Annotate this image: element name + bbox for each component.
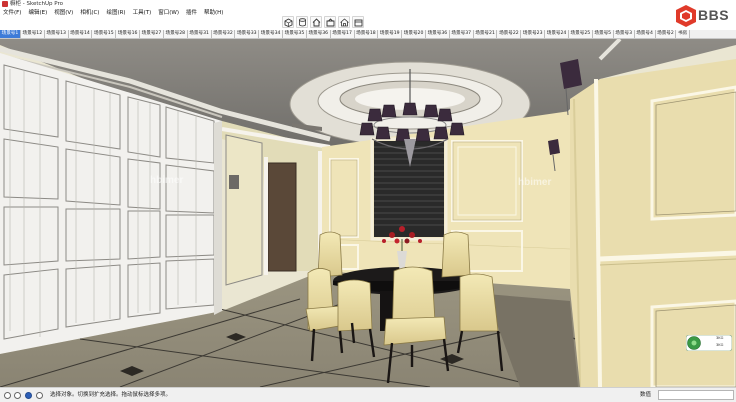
bbs-logo-text: BBS [698, 7, 730, 23]
menu-help[interactable]: 帮助(H) [201, 9, 227, 17]
scene-tab[interactable]: 场景号14 [68, 30, 93, 38]
scene-tab[interactable]: 场景号27 [140, 30, 164, 38]
3d-warehouse-icon [284, 18, 293, 27]
scene-tab[interactable]: 场景号13 [44, 30, 69, 38]
credits-icon[interactable] [14, 392, 21, 399]
3d-warehouse-button[interactable] [282, 16, 294, 28]
user-icon[interactable] [25, 392, 32, 399]
scene-tab[interactable]: 场景号25 [568, 30, 593, 38]
nav-widget-row-2: 3KG [716, 343, 724, 347]
scene-tab[interactable]: 场景号15 [92, 30, 117, 38]
toolbar [282, 16, 364, 29]
status-text: 选择对象。切换到扩充选择。拖动鼠标选择多项。 [50, 392, 172, 398]
scene-tab[interactable]: 场景号36 [306, 30, 331, 38]
components-button[interactable] [296, 16, 308, 28]
scene-tab[interactable]: 场景号24 [545, 30, 569, 38]
scene-tab[interactable]: 场景号18 [354, 30, 379, 38]
scene-tab[interactable]: 场景号35 [283, 30, 307, 38]
layout-button[interactable] [352, 16, 364, 28]
scene-tab[interactable]: 场景号23 [521, 30, 546, 38]
menu-draw[interactable]: 绘图(R) [103, 9, 129, 17]
home-icon [312, 18, 321, 27]
measurements-input[interactable] [658, 390, 734, 400]
scene-tab[interactable]: 场景号28 [163, 30, 188, 38]
sketchup-logo-icon [676, 5, 696, 27]
menu-camera[interactable]: 相机(C) [77, 9, 103, 17]
bbs-logo: BBS [672, 3, 734, 29]
scene-tab[interactable]: 场景号19 [378, 30, 403, 38]
scene-tab[interactable]: 场景号4 [634, 30, 656, 38]
menu-edit[interactable]: 编辑(E) [25, 9, 51, 17]
status-bar: 选择对象。切换到扩充选择。拖动鼠标选择多项。 数值 [0, 387, 736, 402]
menu-view[interactable]: 视图(V) [51, 9, 77, 17]
navigation-widget[interactable]: 3KG 3KG [686, 335, 732, 351]
scene-tab[interactable]: 场景号21 [473, 30, 498, 38]
scene-tab[interactable]: 书房 [676, 30, 690, 38]
dining-room-render [0, 39, 736, 387]
scene-tab[interactable]: 场景号32 [211, 30, 236, 38]
share-icon [326, 18, 335, 27]
watermark-right: hbimer [518, 177, 552, 188]
scene-tab[interactable]: 场景号31 [187, 30, 212, 38]
scene-tab[interactable]: 场景号36 [425, 30, 450, 38]
window-title: 橱柜 - SketchUp Pro [10, 1, 64, 7]
scene-tab[interactable]: 场景号37 [449, 30, 474, 38]
share-button[interactable] [324, 16, 336, 28]
menu-plugins[interactable]: 插件 [183, 9, 201, 17]
components-icon [299, 18, 306, 27]
scene-tab[interactable]: 场景号3 [613, 30, 635, 38]
scene-tab[interactable]: 场景号33 [235, 30, 260, 38]
house-icon [340, 18, 349, 27]
menu-tools[interactable]: 工具(T) [130, 9, 156, 17]
menu-window[interactable]: 窗口(W) [155, 9, 183, 17]
house-button[interactable] [338, 16, 350, 28]
home-button[interactable] [310, 16, 322, 28]
menu-file[interactable]: 文件(F) [0, 9, 25, 17]
sketchup-app-icon [2, 1, 8, 7]
navigation-widget-graphic [686, 335, 732, 351]
layout-icon [354, 19, 363, 27]
scene-tab[interactable]: 场景号20 [402, 30, 426, 38]
scene-tab[interactable]: 场景号16 [116, 30, 141, 38]
scene-tab[interactable]: 场景号5 [592, 30, 614, 38]
title-bar: 橱柜 - SketchUp Pro [0, 0, 736, 9]
scene-tab[interactable]: 场景号1 [0, 30, 21, 38]
3d-viewport[interactable]: hbimer hbimer 3KG 3KG [0, 39, 736, 387]
scene-tab[interactable]: 场景号17 [330, 30, 355, 38]
scene-tab-bar: 场景号1 场景号12 场景号13 场景号14 场景号15 场景号16 场景号27 场景号28 场… [0, 30, 736, 39]
scene-tab[interactable]: 场景号34 [259, 30, 284, 38]
scene-tab[interactable]: 场景号12 [20, 30, 45, 38]
nav-widget-row-1: 3KG [716, 336, 724, 340]
geo-location-icon[interactable] [4, 392, 11, 399]
scene-tab[interactable]: 场景号22 [497, 30, 522, 38]
measurements-label: 数值 [640, 392, 652, 398]
watermark-left: hbimer [150, 175, 184, 186]
help-icon[interactable] [36, 392, 43, 399]
scene-tab[interactable]: 场景号2 [655, 30, 677, 38]
